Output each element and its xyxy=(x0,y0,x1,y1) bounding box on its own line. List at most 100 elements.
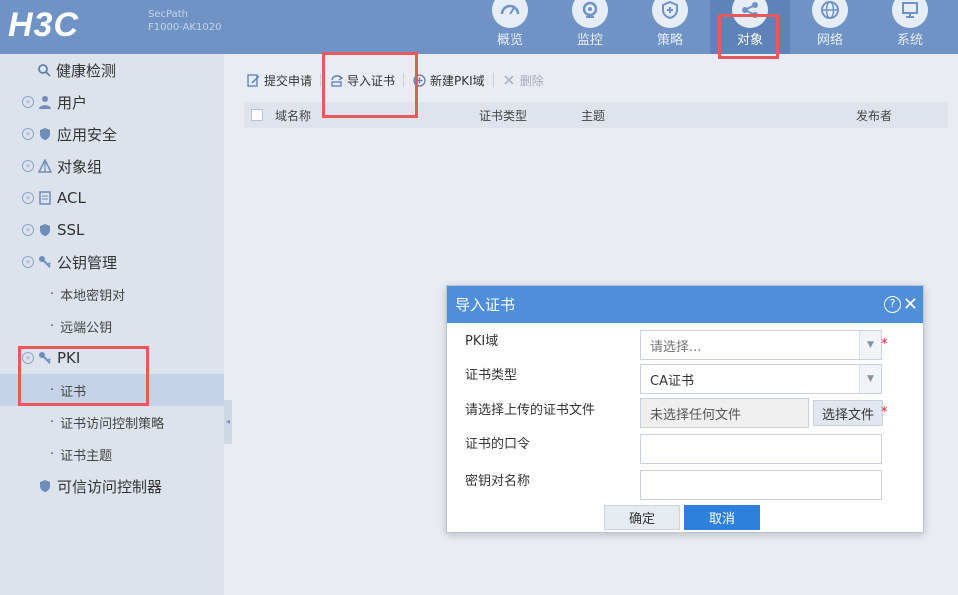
pki-domain-select[interactable]: 请选择... ▼ xyxy=(640,330,882,360)
expand-icon: » xyxy=(22,96,34,108)
expand-icon: » xyxy=(22,128,34,140)
keypair-name-input[interactable] xyxy=(640,470,882,500)
nav-network-label: 网络 xyxy=(816,33,843,48)
required-mark: * xyxy=(881,337,888,352)
highlight-pki-certificate xyxy=(18,346,149,406)
sidebar-item-acl[interactable]: » ACL xyxy=(0,182,224,214)
user-icon xyxy=(38,95,52,109)
toolbar-divider xyxy=(320,73,322,87)
sidebar-item-label: 远端公钥 xyxy=(60,320,113,336)
dashboard-icon xyxy=(492,0,528,28)
password-label: 证书的口令 xyxy=(465,437,531,452)
shield-icon xyxy=(38,479,52,493)
shield-icon xyxy=(38,127,52,141)
triangle-icon xyxy=(38,159,52,173)
chevron-down-icon: ▼ xyxy=(859,365,881,393)
sidebar-item-label: 本地密钥对 xyxy=(60,288,126,304)
webcam-icon xyxy=(572,0,608,28)
delete-label: 删除 xyxy=(519,73,544,88)
sidebar-item-health-check[interactable]: 健康检测 xyxy=(0,54,224,86)
nav-overview[interactable]: 概览 xyxy=(470,0,550,54)
nav-overview-label: 概览 xyxy=(496,33,523,48)
column-cert-type[interactable]: 证书类型 xyxy=(479,107,527,124)
sidebar-item-label: ACL xyxy=(57,189,86,207)
edit-icon xyxy=(246,73,260,87)
sidebar-collapse-handle[interactable]: ◂ xyxy=(224,400,232,444)
password-input[interactable] xyxy=(640,434,882,464)
sidebar-item-label: 健康检测 xyxy=(56,61,117,80)
chevron-down-icon: ▼ xyxy=(859,331,881,359)
sidebar: 健康检测 » 用户 » 应用安全 » 对象组 » ACL » SSL « 公钥管… xyxy=(0,54,224,595)
device-line-1: SecPath xyxy=(148,9,188,20)
pki-domain-placeholder: 请选择... xyxy=(650,339,702,355)
new-pki-domain-label: 新建PKI域 xyxy=(430,73,485,88)
nav-network[interactable]: 网络 xyxy=(790,0,870,54)
submit-request-label: 提交申请 xyxy=(264,73,313,88)
sidebar-item-label: 证书访问控制策略 xyxy=(60,416,165,432)
sidebar-item-app-security[interactable]: » 应用安全 xyxy=(0,118,224,150)
sidebar-item-local-keypair[interactable]: · 本地密钥对 xyxy=(0,278,224,310)
required-mark: * xyxy=(881,405,888,420)
file-label: 请选择上传的证书文件 xyxy=(465,403,596,418)
choose-file-button[interactable]: 选择文件 xyxy=(813,400,883,426)
sidebar-item-trusted-access[interactable]: 可信访问控制器 xyxy=(0,470,224,502)
import-cert-dialog: 导入证书 ? ✕ PKI域 请选择... ▼ * 证书类型 CA证书 ▼ 请选择… xyxy=(446,285,924,533)
nav-monitor[interactable]: 监控 xyxy=(550,0,630,54)
nav-policy[interactable]: 策略 xyxy=(630,0,710,54)
expand-icon: » xyxy=(22,224,34,236)
sidebar-item-label: 证书主题 xyxy=(60,448,113,464)
sidebar-item-label: SSL xyxy=(57,221,85,239)
sidebar-item-label: 对象组 xyxy=(57,157,103,176)
cancel-button[interactable]: 取消 xyxy=(684,505,760,530)
dialog-title: 导入证书 xyxy=(455,296,516,314)
nav-policy-label: 策略 xyxy=(656,33,683,48)
nav-system-label: 系统 xyxy=(896,33,923,48)
sidebar-item-label: 应用安全 xyxy=(57,125,118,144)
file-status: 未选择任何文件 xyxy=(640,398,809,428)
shield-icon xyxy=(652,0,688,28)
collapse-icon: « xyxy=(22,256,34,268)
expand-icon: » xyxy=(22,160,34,172)
highlight-nav-object xyxy=(718,14,779,59)
sidebar-item-cert-subject[interactable]: · 证书主题 xyxy=(0,438,224,470)
monitor-icon xyxy=(892,0,928,28)
select-all-checkbox[interactable] xyxy=(251,109,263,121)
keypair-label: 密钥对名称 xyxy=(465,474,531,489)
submit-request-button[interactable]: 提交申请 xyxy=(246,72,312,89)
expand-icon: » xyxy=(22,192,34,204)
column-subject[interactable]: 主题 xyxy=(581,107,605,124)
cert-type-value: CA证书 xyxy=(650,373,694,389)
new-pki-domain-button[interactable]: 新建PKI域 xyxy=(412,72,485,89)
key-icon xyxy=(38,255,52,269)
sidebar-item-public-key[interactable]: « 公钥管理 xyxy=(0,246,224,278)
delete-button[interactable]: 删除 xyxy=(502,72,544,89)
help-icon[interactable]: ? xyxy=(884,296,901,313)
ok-button[interactable]: 确定 xyxy=(604,505,680,530)
search-icon xyxy=(37,63,51,77)
globe-icon xyxy=(812,0,848,28)
sidebar-item-object-group[interactable]: » 对象组 xyxy=(0,150,224,182)
shield-icon xyxy=(38,223,52,237)
column-issuer[interactable]: 发布者 xyxy=(856,107,892,124)
device-model: SecPath F1000-AK1020 xyxy=(148,8,221,34)
nav-system[interactable]: 系统 xyxy=(870,0,950,54)
cert-type-label: 证书类型 xyxy=(465,368,518,383)
column-domain-name[interactable]: 域名称 xyxy=(275,107,311,124)
close-icon[interactable]: ✕ xyxy=(903,294,918,315)
cert-type-select[interactable]: CA证书 ▼ xyxy=(640,364,882,394)
sidebar-item-ssl[interactable]: » SSL xyxy=(0,214,224,246)
device-line-2: F1000-AK1020 xyxy=(148,22,222,33)
toolbar-divider xyxy=(492,73,494,87)
sidebar-item-remote-key[interactable]: · 远端公钥 xyxy=(0,310,224,342)
sidebar-item-label: 公钥管理 xyxy=(57,253,118,272)
bullet-icon: · xyxy=(50,446,55,462)
highlight-import-cert xyxy=(322,52,418,118)
document-icon xyxy=(38,191,52,205)
main-nav: 概览 监控 策略 对象 网络 系统 xyxy=(470,0,950,54)
sidebar-item-label: 可信访问控制器 xyxy=(57,477,163,496)
bullet-icon: · xyxy=(50,318,55,334)
h3c-logo: H3C xyxy=(8,6,80,44)
sidebar-item-user[interactable]: » 用户 xyxy=(0,86,224,118)
dialog-header: 导入证书 ? ✕ xyxy=(447,286,923,323)
sidebar-item-cert-access-policy[interactable]: · 证书访问控制策略 xyxy=(0,406,224,438)
